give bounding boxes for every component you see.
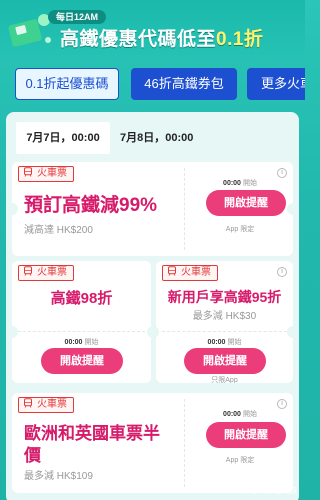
coupon-title: 高鐵98折 [50,290,113,307]
daily-time-badge: 每日12AM [48,10,107,24]
date-tab-jul8[interactable]: 7月8日，00:00 [120,122,193,154]
category-tabs: 0.1折起優惠碼 46折高鐵券包 更多火車 [0,58,305,110]
app-only-note: App 限定 [225,226,255,233]
card-divider [184,168,185,250]
card-notch [287,203,299,215]
start-time-value: 00:00 [223,180,241,187]
banner-title-highlight: 0.1折 [216,29,264,50]
coupon-card-4: 火車票 歐洲和英國車票半 價 最多減 HK$109 i 00:00 開始 開啟提醒… [12,393,293,493]
app-only-note: 只限App [211,377,238,383]
coupon-title-line-2: 價 [24,446,41,465]
card-notch [6,326,18,338]
remind-button[interactable]: 開啟提醒 [41,348,123,374]
start-time: 00:00 開始 [190,409,290,419]
start-time-value: 00:00 [223,411,241,418]
date-tab-jul7[interactable]: 7月7日，00:00 [16,122,110,154]
card-notch [287,326,299,338]
card-divider [184,399,185,487]
ticket-tag-label: 火車票 [181,267,211,278]
banner-title-main: 高鐵優惠代碼低至 [60,29,217,50]
ticket-tag: 火車票 [18,166,74,182]
watermark: 公众号 · 青蛙飞游 [233,486,297,495]
coupon-card-3: 火車票 i 新用戶享高鐵95折 最多減 HK$30 00:00 開始 開啟提醒 只… [156,261,293,383]
info-icon[interactable]: i [277,399,287,409]
coupon-subtitle: 最多減 HK$30 [192,311,257,322]
start-time-value: 00:00 [64,339,83,346]
train-icon [24,266,32,276]
info-icon[interactable]: i [277,168,287,178]
app-only-note: App 限定 [225,457,255,464]
ticket-tag-label: 火車票 [37,399,67,410]
ticket-tag: 火車票 [162,265,218,281]
start-time: 00:00 開始 [190,178,290,188]
tab-discount-code[interactable]: 0.1折起優惠碼 [15,68,119,100]
coupon-subtitle: 減高達 HK$200 [24,225,93,236]
coupon-subtitle: 最多減 HK$109 [24,471,93,482]
start-time-value: 00:00 [207,339,226,346]
card-divider [18,331,145,332]
ticket-tag-label: 火車票 [37,168,67,179]
banner-title: 高鐵優惠代碼低至0.1折 [60,24,263,51]
train-icon [24,398,32,408]
start-time: 00:00 開始 [156,337,293,347]
tab-coupon-pack[interactable]: 46折高鐵券包 [131,68,237,100]
remind-button[interactable]: 開啟提醒 [184,348,266,374]
coupon-panel: 7月7日，00:00 7月8日，00:00 火車票 預訂高鐵減99% 減高達 H… [6,112,299,500]
card-notch [6,203,18,215]
coupon-card-1: 火車票 預訂高鐵減99% 減高達 HK$200 i 00:00 開始 開啟提醒 A… [12,162,293,256]
coupon-title-line-1: 歐洲和英國車票半 [24,424,160,443]
info-icon[interactable]: i [277,267,287,277]
start-time-suffix: 開始 [242,180,257,187]
ticket-tag: 火車票 [18,265,74,281]
coupon-card-2: 火車票 高鐵98折 00:00 開始 開啟提醒 [12,261,151,383]
ticket-tag: 火車票 [18,397,74,413]
promo-banner: 每日12AM 高鐵優惠代碼低至0.1折 [0,0,305,58]
start-time-suffix: 開始 [227,339,242,346]
start-time-suffix: 開始 [242,411,257,418]
ticket-tag-label: 火車票 [37,267,67,278]
card-divider [162,331,287,332]
ticket-gift-icon [8,14,51,47]
remind-button[interactable]: 開啟提醒 [206,422,286,448]
train-icon [24,167,32,177]
start-time: 00:00 開始 [12,337,151,347]
start-time-suffix: 開始 [84,339,99,346]
train-icon [168,266,176,276]
remind-button[interactable]: 開啟提醒 [206,190,286,216]
coupon-title: 預訂高鐵減99% [24,195,158,216]
card-notch [147,326,159,338]
coupon-title: 新用戶享高鐵95折 [167,289,282,305]
tab-more-train[interactable]: 更多火車 [247,68,305,100]
